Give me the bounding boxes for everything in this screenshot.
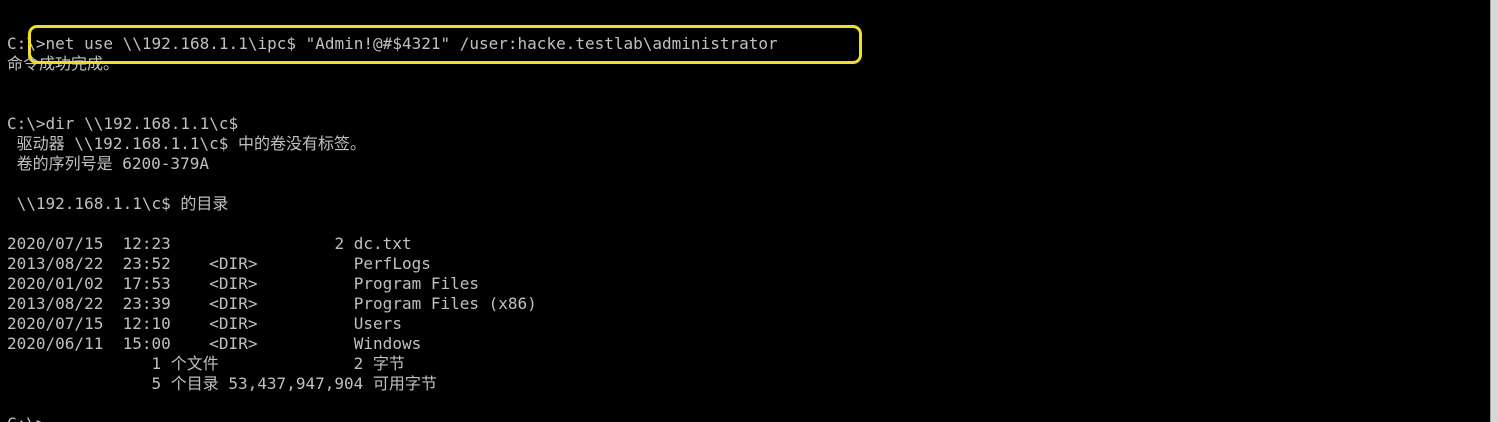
dir-entry: 2020/07/15 12:23 2 dc.txt [7, 234, 412, 253]
command-line-net-use: C:\>net use \\192.168.1.1\ipc$ "Admin!@#… [7, 34, 778, 53]
vertical-scrollbar[interactable] [1490, 0, 1498, 422]
dir-entry: 2013/08/22 23:52 <DIR> PerfLogs [7, 254, 431, 273]
console-output: C:\>net use \\192.168.1.1\ipc$ "Admin!@#… [7, 34, 778, 422]
command-line-dir: C:\>dir \\192.168.1.1\c$ [7, 114, 239, 133]
dir-summary-files: 1 个文件 2 字节 [7, 354, 405, 373]
prompt-line: C:\> [7, 414, 778, 422]
console-window[interactable]: C:\>net use \\192.168.1.1\ipc$ "Admin!@#… [0, 0, 1490, 422]
dir-entry: 2020/06/11 15:00 <DIR> Windows [7, 334, 422, 353]
dir-entry: 2020/07/15 12:10 <DIR> Users [7, 314, 402, 333]
output-line: 卷的序列号是 6200-379A [7, 154, 209, 173]
dir-entry: 2020/01/02 17:53 <DIR> Program Files [7, 274, 480, 293]
dir-entry: 2013/08/22 23:39 <DIR> Program Files (x8… [7, 294, 537, 313]
directory-heading: \\192.168.1.1\c$ 的目录 [7, 194, 229, 213]
output-line: 驱动器 \\192.168.1.1\c$ 中的卷没有标签。 [7, 134, 367, 153]
output-line: 命令成功完成。 [7, 54, 120, 73]
dir-summary-dirs: 5 个目录 53,437,947,904 可用字节 [7, 374, 437, 393]
